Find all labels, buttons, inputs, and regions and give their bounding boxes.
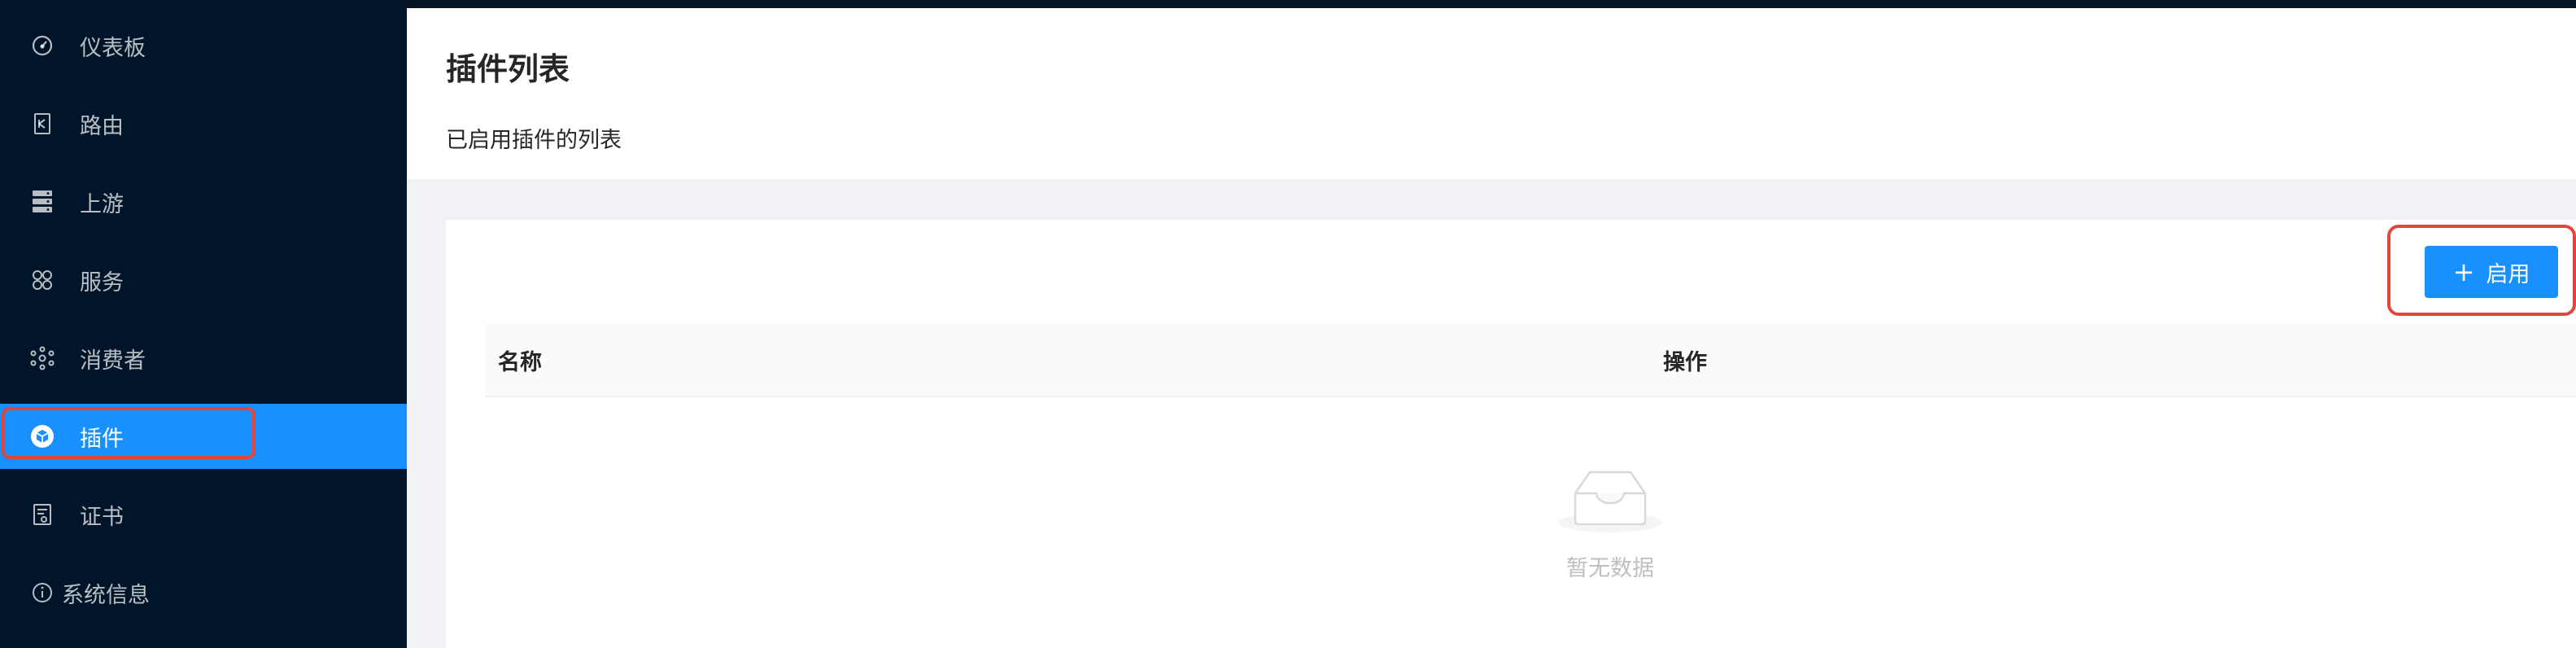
sidebar-item-system-info[interactable]: 系统信息 — [0, 560, 407, 625]
column-header-name: 名称 — [498, 349, 542, 375]
sidebar-item-plugin[interactable]: 插件 — [0, 404, 407, 469]
service-icon — [29, 267, 55, 293]
sidebar-item-service[interactable]: 服务 — [0, 247, 407, 313]
dashboard-icon — [29, 33, 55, 59]
sidebar-item-label: 上游 — [80, 191, 124, 217]
sidebar-item-label: 路由 — [80, 113, 124, 139]
enable-button-label: 启用 — [2486, 261, 2530, 287]
sidebar-item-label: 消费者 — [80, 348, 146, 374]
sidebar-item-dashboard[interactable]: 仪表板 — [0, 13, 407, 78]
plugin-list-card: + 启用 名称 操作 暂无数据 — [446, 220, 2576, 648]
page-title: 插件列表 — [446, 51, 570, 87]
table-header: 名称 操作 — [485, 324, 2576, 397]
route-icon — [29, 111, 55, 137]
page-header: 插件列表 已启用插件的列表 — [407, 8, 2576, 179]
sidebar-item-certificate[interactable]: 证书 — [0, 482, 407, 547]
sidebar-item-label: 服务 — [80, 269, 124, 296]
column-header-actions: 操作 — [1663, 349, 1707, 375]
plugin-icon — [29, 423, 55, 449]
upstream-icon — [29, 189, 55, 215]
sidebar-item-upstream[interactable]: 上游 — [0, 169, 407, 234]
info-icon — [29, 580, 55, 606]
sidebar-item-label: 证书 — [80, 504, 124, 530]
sidebar-item-label: 仪表板 — [80, 35, 146, 61]
consumer-icon — [29, 345, 55, 371]
sidebar-item-label: 插件 — [80, 426, 124, 452]
plus-icon: + — [2452, 256, 2475, 287]
sidebar: 仪表板 路由 上游 服务 消费者 插件 证书 系统信息 — [0, 0, 407, 648]
sidebar-item-consumer[interactable]: 消费者 — [0, 326, 407, 391]
enable-plugin-button[interactable]: + 启用 — [2425, 246, 2558, 298]
certificate-icon — [29, 501, 55, 528]
page-subtitle: 已启用插件的列表 — [446, 128, 622, 153]
sidebar-item-label: 系统信息 — [62, 582, 150, 608]
empty-state-text: 暂无数据 — [1566, 556, 1654, 581]
empty-inbox-icon — [1558, 471, 1662, 532]
sidebar-item-route[interactable]: 路由 — [0, 91, 407, 156]
